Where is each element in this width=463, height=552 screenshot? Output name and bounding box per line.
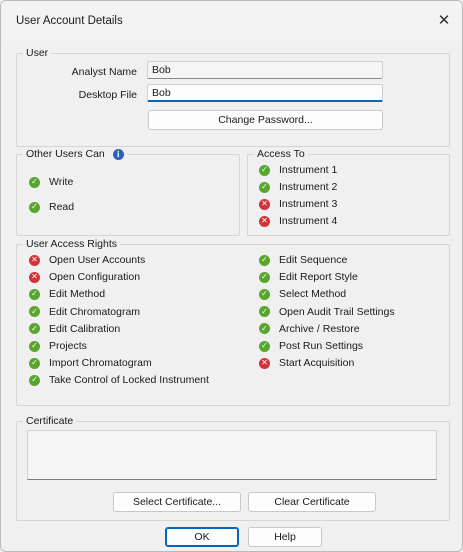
access-right-label: Select Method [279,288,347,301]
access-right-label: Take Control of Locked Instrument [49,374,209,387]
desktop-file-field[interactable] [147,84,383,102]
ok-button[interactable]: OK [165,527,239,547]
access-right-label: Start Acquisition [279,357,355,370]
access-to-item-instrument-2: ✓ Instrument 2 [259,180,337,194]
access-right-projects: ✓ Projects [29,339,87,353]
access-right-label: Open User Accounts [49,254,146,266]
close-icon[interactable]: ✕ [434,11,454,31]
access-right-post-run-settings: ✓ Post Run Settings [259,339,363,353]
title-bar: User Account Details ✕ [1,1,462,41]
check-circle-icon: ✓ [29,374,40,386]
access-right-label: Import Chromatogram [49,357,152,370]
info-icon[interactable]: i [112,149,124,160]
certificate-legend: Certificate [23,415,77,428]
x-circle-icon: ✕ [259,198,270,210]
check-circle-icon: ✓ [259,254,270,266]
access-to-item-label: Instrument 3 [279,198,338,210]
access-right-label: Edit Sequence [279,254,348,266]
check-circle-icon: ✓ [259,288,270,300]
access-right-edit-chromatogram: ✓ Edit Chromatogram [29,305,140,319]
x-circle-icon: ✕ [29,254,40,266]
check-circle-icon: ✓ [29,357,40,369]
access-right-label: Open Audit Trail Settings [279,305,395,318]
access-right-open-audit-trail-settings: ✓ Open Audit Trail Settings [259,305,395,319]
other-users-legend-text: Other Users Can [26,148,105,160]
access-right-open-user-accounts: ✕ Open User Accounts [29,253,145,267]
window-title: User Account Details [16,15,123,27]
check-circle-icon: ✓ [29,306,40,318]
x-circle-icon: ✕ [259,215,270,227]
check-circle-icon: ✓ [29,176,40,188]
access-right-label: Edit Method [49,288,106,301]
access-right-archive-restore: ✓ Archive / Restore [259,322,360,336]
access-right-label: Edit Report Style [279,271,358,284]
access-right-label: Projects [49,340,87,352]
other-users-item-label: Write [49,176,74,188]
access-to-item-instrument-4: ✕ Instrument 4 [259,214,337,228]
check-circle-icon: ✓ [29,340,40,352]
other-users-item-label: Read [49,201,75,213]
other-users-item-read: ✓ Read [29,200,74,214]
select-certificate-button[interactable]: Select Certificate... [113,492,241,512]
user-access-rights-legend: User Access Rights [23,238,121,251]
access-right-label: Archive / Restore [279,322,360,335]
help-button[interactable]: Help [248,527,322,547]
x-circle-icon: ✕ [259,357,270,369]
user-account-details-dialog: User Account Details ✕ User Analyst Name… [0,0,463,552]
access-right-start-acquisition: ✕ Start Acquisition [259,356,354,370]
other-users-group: Other Users Can i [16,148,240,236]
analyst-name-label: Analyst Name [71,66,137,78]
access-right-take-control-of-locked-instrument: ✓ Take Control of Locked Instrument [29,373,209,387]
desktop-file-label: Desktop File [78,89,137,101]
access-to-item-label: Instrument 2 [279,181,338,193]
check-circle-icon: ✓ [259,271,270,283]
x-circle-icon: ✕ [29,271,40,283]
check-circle-icon: ✓ [259,306,270,318]
access-right-label: Edit Chromatogram [49,305,141,318]
check-circle-icon: ✓ [259,340,270,352]
access-right-label: Edit Calibration [49,322,121,335]
other-users-legend: Other Users Can i [23,148,127,161]
check-circle-icon: ✓ [29,323,40,335]
access-right-edit-calibration: ✓ Edit Calibration [29,322,120,336]
access-right-edit-sequence: ✓ Edit Sequence [259,253,347,267]
change-password-button[interactable]: Change Password... [148,110,383,130]
access-right-select-method: ✓ Select Method [259,287,346,301]
access-to-item-instrument-3: ✕ Instrument 3 [259,197,337,211]
access-to-item-label: Instrument 4 [279,215,338,227]
access-right-import-chromatogram: ✓ Import Chromatogram [29,356,152,370]
certificate-field[interactable] [27,430,437,480]
check-circle-icon: ✓ [29,288,40,300]
access-right-label: Post Run Settings [279,340,364,352]
access-right-edit-method: ✓ Edit Method [29,287,105,301]
access-to-legend: Access To [254,148,308,161]
clear-certificate-button[interactable]: Clear Certificate [248,492,376,512]
check-circle-icon: ✓ [259,164,270,176]
access-right-edit-report-style: ✓ Edit Report Style [259,270,358,284]
user-group-legend: User [23,47,52,60]
access-to-item-label: Instrument 1 [279,164,338,176]
analyst-name-field[interactable] [147,61,383,79]
access-right-label: Open Configuration [49,271,141,284]
check-circle-icon: ✓ [259,323,270,335]
other-users-item-write: ✓ Write [29,175,73,189]
access-to-item-instrument-1: ✓ Instrument 1 [259,163,337,177]
access-right-open-configuration: ✕ Open Configuration [29,270,140,284]
check-circle-icon: ✓ [259,181,270,193]
check-circle-icon: ✓ [29,201,40,213]
